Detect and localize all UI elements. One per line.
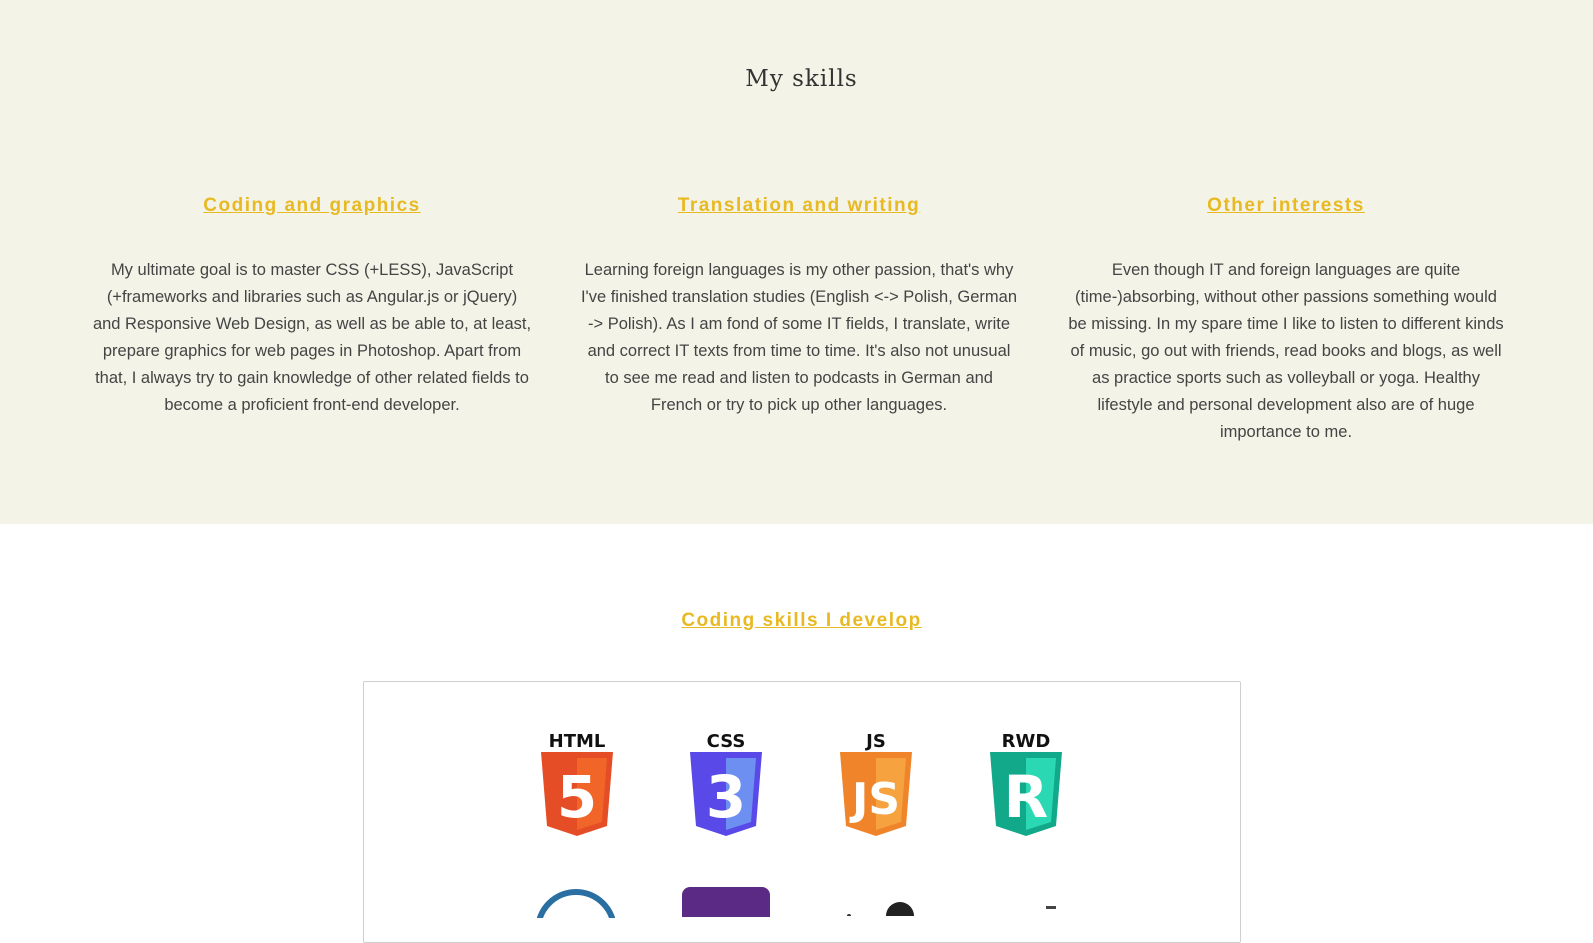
wordpress-logo-icon: [534, 888, 618, 943]
css3-logo-icon: CSS 3: [680, 726, 772, 846]
rwd-logo-label: RWD: [1002, 731, 1051, 752]
js-logo-glyph: JS: [849, 774, 900, 825]
coding-graphics-text: My ultimate goal is to master CSS (+LESS…: [92, 261, 532, 414]
node-logo-icon: [834, 896, 914, 921]
html5-logo-icon: HTML 5: [531, 726, 623, 846]
html-logo-glyph: 5: [557, 763, 597, 831]
css-logo-label: CSS: [707, 731, 746, 752]
html-logo-label: HTML: [549, 731, 606, 752]
translation-writing-text: Learning foreign languages is my other p…: [580, 261, 1018, 414]
skills-section: My skills Coding and graphics My ultimat…: [0, 0, 1593, 524]
skill-column-interests: Other interests Even though IT and forei…: [1066, 195, 1506, 446]
misc-logo-icon: [1044, 899, 1064, 917]
coding-skills-link[interactable]: Coding skills I develop: [681, 610, 921, 631]
logo-grid: HTML 5 CSS 3 JS JS RWD R: [363, 681, 1241, 943]
js-logo-icon: JS JS: [830, 726, 922, 846]
js-logo-label: JS: [864, 731, 886, 752]
bootstrap-logo-icon: [682, 887, 770, 927]
translation-writing-link[interactable]: Translation and writing: [579, 195, 1019, 217]
css-logo-glyph: 3: [706, 763, 746, 831]
rwd-logo-icon: RWD R: [980, 726, 1072, 846]
other-interests-link[interactable]: Other interests: [1066, 195, 1506, 217]
coding-skills-heading-wrap: Coding skills I develop: [0, 610, 1593, 632]
page-title: My skills: [745, 66, 858, 92]
skill-column-translation: Translation and writing Learning foreign…: [579, 195, 1019, 419]
coding-graphics-link[interactable]: Coding and graphics: [92, 195, 532, 217]
skill-column-coding: Coding and graphics My ultimate goal is …: [92, 195, 532, 419]
rwd-logo-glyph: R: [1004, 763, 1049, 831]
other-interests-text: Even though IT and foreign languages are…: [1068, 261, 1504, 441]
